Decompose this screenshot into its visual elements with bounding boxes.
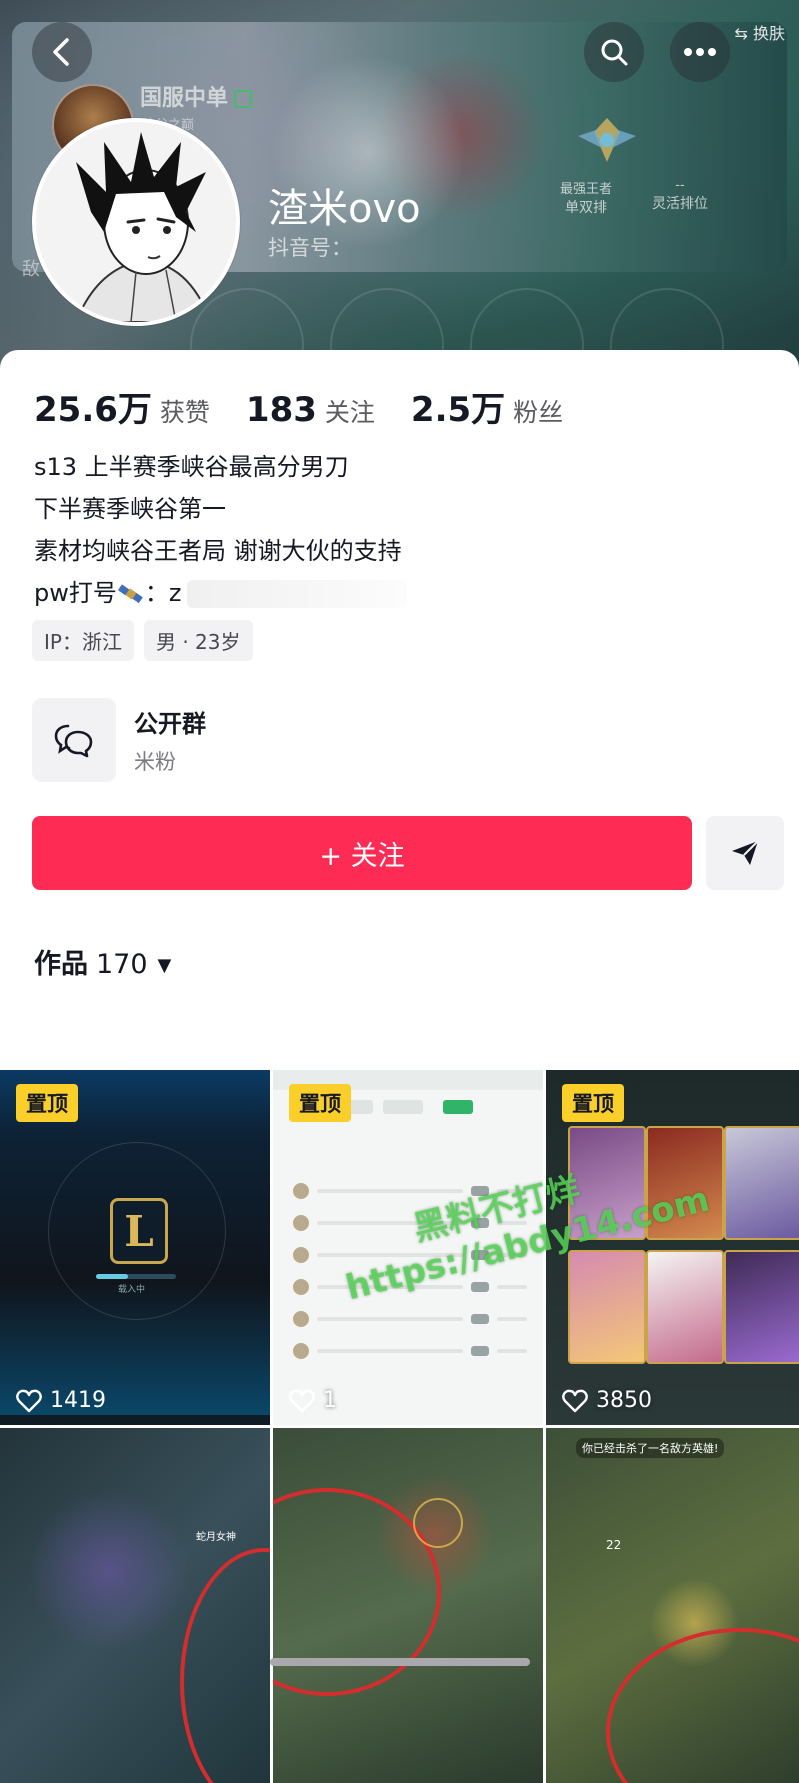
champion-card <box>724 1126 799 1240</box>
video-likes: 1 <box>289 1388 337 1413</box>
champion-card <box>568 1250 646 1364</box>
followers-count[interactable]: 2.5万 <box>411 382 505 431</box>
rank-flex-tier: -- <box>675 178 685 193</box>
heart-icon <box>562 1389 588 1412</box>
video-tile[interactable]: L 载入中 置顶 1419 <box>0 1070 270 1425</box>
pinned-badge: 置顶 <box>16 1084 78 1122</box>
search-button[interactable] <box>584 22 644 82</box>
map-border <box>606 1628 799 1783</box>
works-count: 170 <box>96 949 148 980</box>
likes-count: 3850 <box>596 1388 652 1413</box>
home-indicator <box>270 1658 530 1666</box>
public-group-entry[interactable]: 公开群 米粉 <box>32 698 632 782</box>
group-subtitle: 米粉 <box>134 750 176 774</box>
video-tile[interactable] <box>273 1428 543 1783</box>
change-skin-button[interactable]: ⇆ 换肤 <box>734 20 785 44</box>
tab-pill <box>443 1100 473 1114</box>
unit-label: 22 <box>606 1538 622 1552</box>
likes-count: 1 <box>323 1388 337 1413</box>
champion-card <box>646 1250 724 1364</box>
league-logo-icon: L <box>110 1198 168 1264</box>
group-title: 公开群 <box>134 710 206 738</box>
nickname: 渣米ovo <box>268 186 421 232</box>
bio-line: 下半赛季峡谷第一 <box>34 495 226 523</box>
video-likes: 3850 <box>562 1388 652 1413</box>
more-dots-icon <box>684 48 716 56</box>
video-tile[interactable]: 蛇月女神 <box>0 1428 270 1783</box>
following-label[interactable]: 关注 <box>325 393 375 429</box>
bio-line-prefix: pw打号 <box>34 579 117 607</box>
send-message-button[interactable] <box>706 816 784 890</box>
pinned-badge: 置顶 <box>289 1084 351 1122</box>
loading-text: 载入中 <box>118 1285 146 1295</box>
swap-icon: ⇆ <box>734 24 748 43</box>
bio: s13 上半赛季峡谷最高分男刀 下半赛季峡谷第一 素材均峡谷王者局 谢谢大伙的支… <box>34 446 408 614</box>
map-border <box>180 1548 270 1783</box>
change-skin-label: 换肤 <box>752 24 785 43</box>
bio-line: 素材均峡谷王者局 谢谢大伙的支持 <box>34 537 402 565</box>
pinned-badge: 置顶 <box>562 1084 624 1122</box>
blurred-text <box>187 580 408 608</box>
likes-count: 25.6万 <box>34 390 152 430</box>
avatar-image <box>36 122 236 322</box>
profile-header: 国服中单 峡谷之巅 最强王者 单双排 -- 灵活排位 ⇆ <box>0 0 799 400</box>
group-chat-icon <box>32 698 116 782</box>
verified-icon <box>234 90 253 108</box>
ip-location-tag: IP：浙江 <box>32 620 134 661</box>
unit-label: 蛇月女神 <box>196 1532 236 1543</box>
kill-banner: 你已经击杀了一名敌方英雄! <box>576 1438 725 1458</box>
likes-count: 1419 <box>50 1388 106 1413</box>
douyin-id[interactable]: 抖音号： <box>268 232 352 262</box>
champion-card <box>724 1250 799 1364</box>
loading-bar <box>96 1274 176 1279</box>
bio-line: pw打号 ：z <box>34 572 408 614</box>
works-label: 作品 <box>34 949 88 980</box>
followers-label[interactable]: 粉丝 <box>513 393 563 429</box>
rank-solo-tier: 最强王者 <box>560 182 613 197</box>
profile-avatar[interactable] <box>32 118 240 326</box>
video-likes: 1419 <box>16 1388 106 1413</box>
rank-flex-label: 灵活排位 <box>652 196 708 212</box>
rank-flex: -- 灵活排位 <box>652 178 708 213</box>
dropdown-triangle-icon: ▼ <box>157 955 172 976</box>
rank-emblem-icon <box>578 118 636 162</box>
ranking-row <box>293 1308 527 1330</box>
works-tab[interactable]: 作品 170 ▼ <box>34 942 171 981</box>
chevron-left-icon <box>53 38 69 66</box>
taskbar <box>0 1415 270 1425</box>
rank-solo: 最强王者 单双排 <box>560 178 612 217</box>
champion-marker <box>413 1498 463 1548</box>
ranking-row <box>293 1340 527 1362</box>
video-tile[interactable]: 你已经击杀了一名敌方英雄! 22 <box>546 1428 799 1783</box>
profile-tags: IP：浙江 男 · 23岁 <box>32 620 253 661</box>
faint-text: 敌 <box>22 259 40 280</box>
likes-label: 获赞 <box>159 398 210 427</box>
back-button[interactable] <box>32 22 92 82</box>
banner-title: 国服中单 <box>140 80 253 112</box>
bio-line: s13 上半赛季峡谷最高分男刀 <box>34 453 349 481</box>
rank-solo-label: 单双排 <box>565 200 607 216</box>
satellite-emoji-icon <box>117 584 143 604</box>
heart-icon <box>289 1389 315 1412</box>
send-icon <box>732 840 759 865</box>
follow-button[interactable]: + 关注 <box>32 816 692 890</box>
more-button[interactable] <box>670 22 730 82</box>
tab-pill <box>383 1100 423 1114</box>
search-icon <box>601 39 628 66</box>
profile-stats: 25.6万 获赞 183 关注 2.5万 粉丝 <box>34 382 599 431</box>
gender-age-tag: 男 · 23岁 <box>143 620 253 661</box>
following-count[interactable]: 183 <box>246 390 317 430</box>
heart-icon <box>16 1389 42 1412</box>
bio-line-suffix: ：z <box>144 579 182 607</box>
